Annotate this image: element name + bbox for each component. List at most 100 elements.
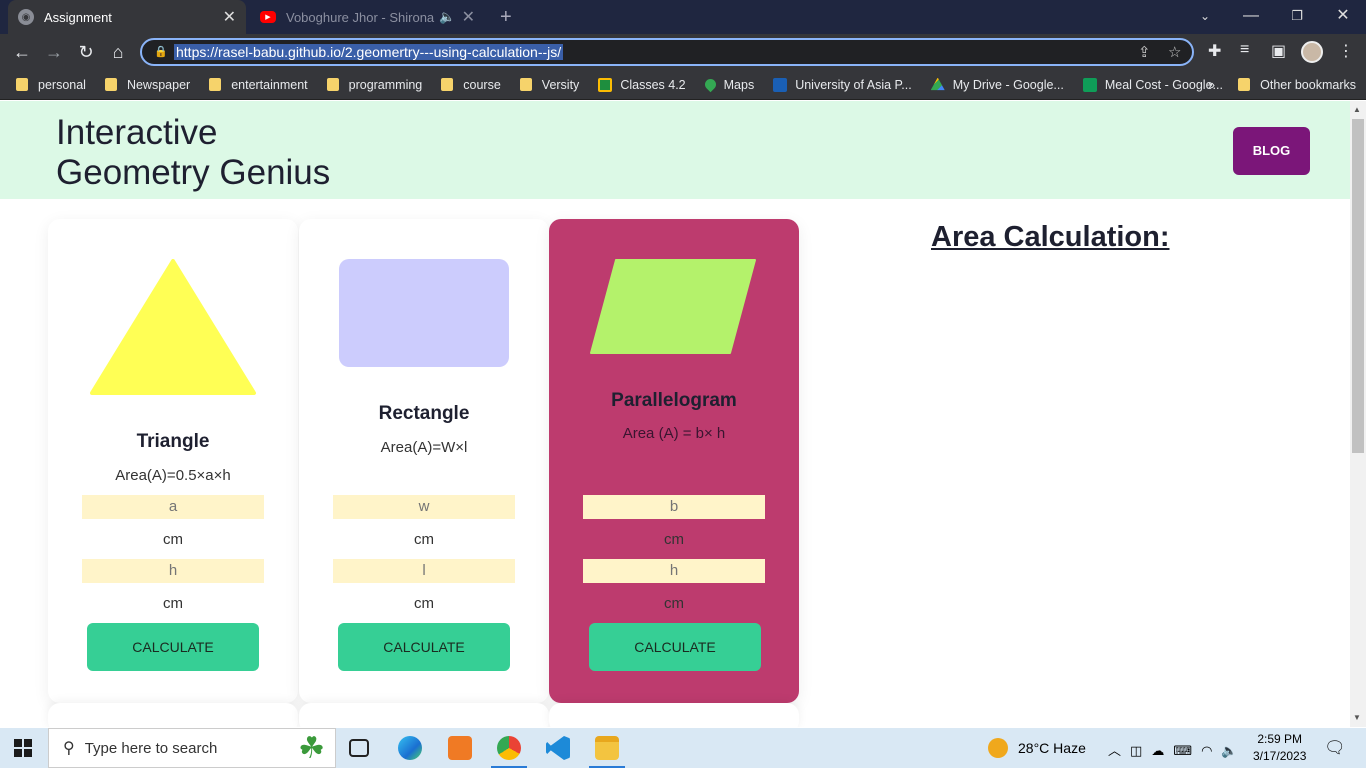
media-icon[interactable]: ≡ — [1240, 41, 1249, 59]
drive-icon — [930, 77, 945, 91]
close-tab-icon[interactable]: ✕ — [223, 7, 236, 27]
share-icon[interactable]: ⇪ — [1138, 43, 1151, 61]
unit-label: cm — [163, 595, 183, 612]
bookmark-label: entertainment — [231, 77, 308, 92]
rectangle-length-input[interactable] — [333, 559, 515, 583]
system-tray[interactable]: ︿◫☁⌨◠🔈 — [1108, 740, 1247, 759]
other-bookmarks[interactable]: Other bookmarks — [1238, 78, 1356, 92]
lock-icon[interactable]: 🔒 — [154, 45, 168, 58]
parallelogram-card[interactable]: Parallelogram Area (A) = b× h cm cm CALC… — [549, 219, 799, 703]
area-calculation-title: Area Calculation: — [931, 221, 1170, 253]
more-bookmarks-icon[interactable]: » — [1208, 78, 1215, 92]
bookmark-maps[interactable]: Maps — [702, 76, 755, 93]
rectangle-card[interactable]: Rectangle Area(A)=W×l cm cm CALCULATE — [299, 219, 549, 703]
triangle-base-input[interactable] — [82, 495, 264, 519]
rectangle-width-input[interactable] — [333, 495, 515, 519]
tab-youtube[interactable]: ▶ Voboghure Jhor - Shironamhin 🔈 ✕ — [250, 0, 485, 34]
cloud-icon[interactable]: ☁ — [1151, 743, 1173, 758]
wifi-icon[interactable]: ◠ — [1201, 743, 1221, 758]
bookmark-label: Newspaper — [126, 77, 191, 92]
chrome-icon[interactable] — [491, 736, 527, 768]
unit-label: cm — [163, 531, 183, 548]
vscode-icon[interactable] — [546, 736, 570, 760]
restore-icon[interactable]: ❐ — [1274, 0, 1320, 34]
extensions-icon[interactable]: ✚ — [1208, 41, 1221, 61]
reload-icon[interactable]: ↻ — [74, 40, 98, 64]
volume-icon[interactable]: 🔈 — [1221, 743, 1246, 758]
page-scrollbar[interactable]: ▲ ▼ — [1350, 101, 1366, 727]
bookmark-versity[interactable]: Versity — [519, 78, 579, 92]
title-line-1: Interactive — [56, 113, 218, 152]
bookmark-personal[interactable]: personal — [16, 78, 86, 92]
chevron-up-icon[interactable]: ︿ — [1108, 743, 1130, 758]
folder-icon — [1238, 78, 1251, 91]
card-formula: Area(A)=0.5×a×h — [115, 467, 231, 484]
folder-icon — [519, 78, 532, 91]
bookmark-label: Maps — [723, 77, 755, 92]
bookmark-entertainment[interactable]: entertainment — [209, 77, 308, 92]
triangle-shape — [90, 259, 256, 395]
forward-icon[interactable]: → — [42, 40, 66, 64]
weather-widget[interactable]: 28°C Haze — [988, 738, 1086, 758]
close-tab-icon[interactable]: ✕ — [462, 7, 475, 27]
chevron-more: » — [1208, 77, 1215, 92]
calculate-button[interactable]: CALCULATE — [338, 623, 510, 671]
menu-icon[interactable]: ⋮ — [1338, 41, 1354, 61]
close-window-icon[interactable]: ✕ — [1320, 0, 1366, 34]
bookmark-drive[interactable]: My Drive - Google... — [930, 77, 1064, 92]
calculate-button[interactable]: CALCULATE — [589, 623, 761, 671]
windows-start-icon[interactable] — [14, 739, 32, 757]
edge-icon[interactable] — [398, 736, 422, 760]
side-panel-icon[interactable]: ▣ — [1271, 41, 1286, 61]
next-card — [299, 703, 549, 727]
site-title: Interactive Geometry Genius — [56, 113, 330, 193]
bookmark-meal-cost[interactable]: Meal Cost - Google... — [1082, 77, 1223, 92]
calculate-button[interactable]: CALCULATE — [87, 623, 259, 671]
rectangle-shape — [339, 259, 509, 367]
notification-icon[interactable]: 🗨 — [1324, 738, 1346, 758]
parallelogram-shape — [590, 259, 756, 354]
site-header: Interactive Geometry Genius BLOG — [0, 101, 1350, 199]
url-text[interactable]: https://rasel-babu.github.io/2.geomertry… — [174, 44, 564, 60]
triangle-shape-wrap — [48, 259, 298, 402]
weather-text: 28°C Haze — [1018, 740, 1086, 756]
bookmark-university[interactable]: University of Asia P... — [773, 77, 912, 92]
camera-icon[interactable]: ◫ — [1130, 743, 1151, 758]
bookmark-course[interactable]: course — [441, 78, 501, 92]
task-view-icon[interactable] — [349, 739, 369, 757]
tab-search-icon[interactable]: ⌄ — [1182, 0, 1228, 34]
taskbar-search[interactable]: ⚲ Type here to search ☘ — [48, 728, 336, 768]
tab-assignment[interactable]: ◉ Assignment ✕ — [8, 0, 246, 34]
clock[interactable]: 2:59 PM 3/17/2023 — [1253, 731, 1306, 765]
bookmark-label: My Drive - Google... — [952, 77, 1064, 92]
sheets-icon — [1082, 77, 1097, 92]
parallelogram-shape-wrap — [549, 259, 799, 360]
parallelogram-height-input[interactable] — [583, 559, 765, 583]
blog-button[interactable]: BLOG — [1233, 127, 1310, 175]
address-bar[interactable]: 🔒 https://rasel-babu.github.io/2.geomert… — [140, 38, 1194, 66]
bookmark-programming[interactable]: programming — [326, 78, 422, 92]
triangle-card[interactable]: Triangle Area(A)=0.5×a×h cm cm CALCULATE — [48, 219, 298, 703]
speaker-icon[interactable]: 🔈 — [439, 9, 455, 25]
new-tab-icon[interactable]: + — [500, 6, 512, 29]
xampp-icon[interactable] — [448, 736, 472, 760]
keyboard-icon[interactable]: ⌨ — [1173, 743, 1201, 758]
card-title: Parallelogram — [611, 390, 737, 411]
scrollbar-thumb[interactable] — [1352, 119, 1364, 453]
scroll-down-icon[interactable]: ▼ — [1353, 713, 1361, 722]
clock-date: 3/17/2023 — [1253, 749, 1307, 763]
bookmark-label: University of Asia P... — [795, 77, 912, 92]
file-explorer-icon[interactable] — [589, 736, 625, 768]
bookmark-newspaper[interactable]: Newspaper — [104, 77, 191, 92]
minimize-icon[interactable]: — — [1228, 0, 1274, 34]
triangle-height-input[interactable] — [82, 559, 264, 583]
bookmark-classes[interactable]: Classes 4.2 — [598, 77, 686, 92]
scroll-up-icon[interactable]: ▲ — [1353, 105, 1361, 114]
parallelogram-base-input[interactable] — [583, 495, 765, 519]
home-icon[interactable]: ⌂ — [106, 40, 130, 64]
next-card — [48, 703, 298, 727]
avatar[interactable] — [1301, 41, 1323, 63]
unit-label: cm — [414, 595, 434, 612]
back-icon[interactable]: ← — [10, 40, 34, 64]
bookmark-star-icon[interactable]: ☆ — [1168, 43, 1181, 61]
